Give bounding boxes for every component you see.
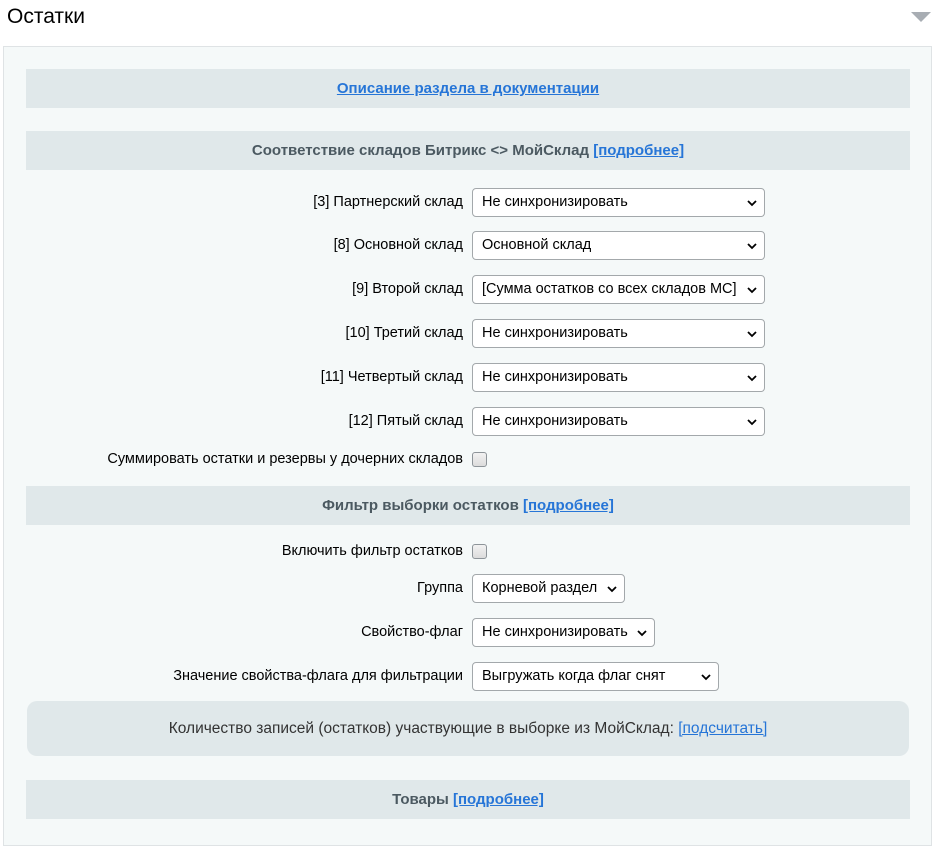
store-select-12[interactable]: Не синхронизировать xyxy=(472,407,765,436)
filter-more-link[interactable]: [подробнее] xyxy=(523,497,614,514)
store-select-8[interactable]: Основной склад xyxy=(472,231,765,260)
store-select-11-value: Не синхронизировать xyxy=(482,369,628,385)
store-label-12: [12] Пятый склад xyxy=(348,413,463,429)
store-label-11: [11] Четвертый склад xyxy=(320,369,463,385)
store-select-3[interactable]: Не синхронизировать xyxy=(472,188,765,217)
enable-filter-label: Включить фильтр остатков xyxy=(281,543,463,559)
chevron-down-icon xyxy=(607,586,617,593)
store-label-3: [3] Партнерский склад xyxy=(313,194,463,210)
group-select[interactable]: Корневой раздел xyxy=(472,574,625,603)
chevron-down-icon xyxy=(747,200,757,207)
chevron-down-icon xyxy=(747,287,757,294)
flag-value-select-value: Выгружать когда флаг снят xyxy=(482,668,666,684)
goods-more-link[interactable]: [подробнее] xyxy=(453,791,544,808)
store-label-10: [10] Третий склад xyxy=(345,325,463,341)
store-select-11[interactable]: Не синхронизировать xyxy=(472,363,765,392)
flag-value-label: Значение свойства-флага для фильтрации xyxy=(173,668,463,684)
store-label-8: [8] Основной склад xyxy=(333,237,463,253)
chevron-down-icon xyxy=(637,630,647,637)
store-select-10-value: Не синхронизировать xyxy=(482,325,628,341)
flag-property-select-value: Не синхронизировать xyxy=(482,624,628,640)
section-header: Остатки xyxy=(0,0,944,46)
group-label: Группа xyxy=(417,580,463,596)
documentation-link[interactable]: Описание раздела в документации xyxy=(337,80,599,97)
count-link[interactable]: [подсчитать] xyxy=(678,720,767,737)
flag-property-label: Свойство-флаг xyxy=(361,624,463,640)
page-title: Остатки xyxy=(7,5,85,28)
store-select-3-value: Не синхронизировать xyxy=(482,194,628,210)
flag-value-select[interactable]: Выгружать когда флаг снят xyxy=(472,662,719,691)
store-select-10[interactable]: Не синхронизировать xyxy=(472,319,765,348)
goods-section-heading: Товары [подробнее] xyxy=(26,780,910,819)
sum-children-label: Суммировать остатки и резервы у дочерних… xyxy=(107,451,463,467)
chevron-down-icon xyxy=(747,375,757,382)
store-select-8-value: Основной склад xyxy=(482,237,592,253)
stores-more-link[interactable]: [подробнее] xyxy=(593,142,684,159)
stores-section-heading: Соответствие складов Битрикс <> МойСклад… xyxy=(26,131,910,170)
store-select-9[interactable]: [Сумма остатков со всех складов МС] xyxy=(472,275,765,304)
records-count-note: Количество записей (остатков) участвующи… xyxy=(27,701,909,756)
stores-section-title: Соответствие складов Битрикс <> МойСклад xyxy=(251,142,590,159)
records-count-text: Количество записей (остатков) участвующи… xyxy=(168,720,674,737)
filter-section-heading: Фильтр выборки остатков [подробнее] xyxy=(26,486,910,525)
chevron-down-icon[interactable] xyxy=(911,12,931,22)
group-select-value: Корневой раздел xyxy=(482,580,598,596)
store-select-12-value: Не синхронизировать xyxy=(482,413,628,429)
goods-section-title: Товары xyxy=(392,791,449,808)
store-select-9-value: [Сумма остатков со всех складов МС] xyxy=(482,281,737,297)
chevron-down-icon xyxy=(747,243,757,250)
sum-children-checkbox[interactable] xyxy=(472,452,487,467)
flag-property-select[interactable]: Не синхронизировать xyxy=(472,618,655,647)
enable-filter-checkbox[interactable] xyxy=(472,544,487,559)
chevron-down-icon xyxy=(747,419,757,426)
doc-bar: Описание раздела в документации xyxy=(26,69,910,108)
store-label-9: [9] Второй склад xyxy=(352,281,463,297)
filter-section-title: Фильтр выборки остатков xyxy=(322,497,519,514)
chevron-down-icon xyxy=(747,331,757,338)
chevron-down-icon xyxy=(701,674,711,681)
